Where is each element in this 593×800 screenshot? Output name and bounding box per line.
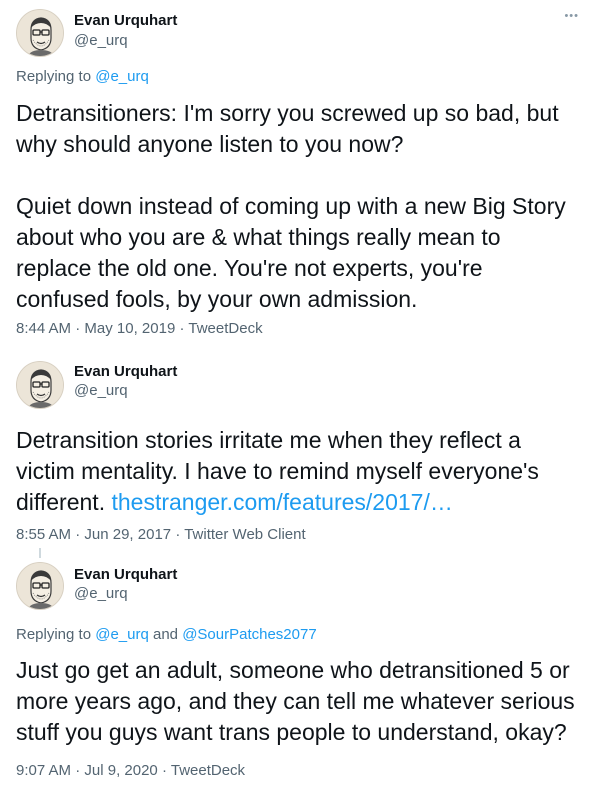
tweet-paragraph: Detransitioners: I'm sorry you screwed u…: [16, 100, 559, 157]
tweet-text: Detransitioners: I'm sorry you screwed u…: [16, 98, 581, 315]
tweet-meta: 8:44 AM · May 10, 2019 · TweetDeck: [16, 320, 263, 337]
replying-joiner: and: [152, 626, 179, 643]
avatar[interactable]: [16, 361, 64, 409]
replying-prefix: Replying to: [16, 626, 92, 643]
avatar[interactable]: [16, 562, 64, 610]
tweet-link[interactable]: thestranger.com/features/2017/…: [111, 489, 452, 515]
replying-prefix: Replying to: [16, 68, 92, 85]
reply-mention-link[interactable]: @e_urq: [95, 626, 149, 643]
tweet-date[interactable]: Jul 9, 2020: [84, 762, 157, 779]
tweet-1[interactable]: Evan Urquhart @e_urq ••• Replying to @e_…: [0, 0, 593, 345]
author-name[interactable]: Evan Urquhart: [74, 12, 177, 29]
tweet-paragraph: Quiet down instead of coming up with a n…: [16, 193, 566, 312]
replying-to: Replying to @e_urq and @SourPatches2077: [16, 626, 317, 643]
meta-separator: ·: [75, 526, 81, 543]
tweet-2[interactable]: Evan Urquhart @e_urq Detransition storie…: [0, 353, 593, 550]
avatar-sketch-icon: [17, 10, 63, 56]
author-handle[interactable]: @e_urq: [74, 585, 128, 602]
tweet-paragraph: Just go get an adult, someone who detran…: [16, 657, 575, 745]
avatar-sketch-icon: [17, 362, 63, 408]
tweet-time[interactable]: 9:07 AM: [16, 762, 71, 779]
tweet-meta: 8:55 AM · Jun 29, 2017 · Twitter Web Cli…: [16, 526, 306, 543]
author-handle[interactable]: @e_urq: [74, 382, 128, 399]
reply-mention-link[interactable]: @e_urq: [95, 68, 149, 85]
meta-separator: ·: [161, 762, 167, 779]
tweet-3[interactable]: Evan Urquhart @e_urq Replying to @e_urq …: [0, 556, 593, 800]
tweet-meta: 9:07 AM · Jul 9, 2020 · TweetDeck: [16, 762, 245, 779]
author-name[interactable]: Evan Urquhart: [74, 363, 177, 380]
meta-separator: ·: [75, 320, 81, 337]
meta-separator: ·: [75, 762, 81, 779]
author-handle[interactable]: @e_urq: [74, 32, 128, 49]
tweet-time[interactable]: 8:44 AM: [16, 320, 71, 337]
tweet-source[interactable]: TweetDeck: [188, 320, 262, 337]
tweet-time[interactable]: 8:55 AM: [16, 526, 71, 543]
replying-to: Replying to @e_urq: [16, 68, 149, 85]
meta-separator: ·: [179, 320, 185, 337]
avatar-sketch-icon: [17, 563, 63, 609]
tweet-source[interactable]: Twitter Web Client: [184, 526, 305, 543]
more-options-icon[interactable]: •••: [564, 10, 579, 22]
tweet-text: Detransition stories irritate me when th…: [16, 425, 581, 518]
tweet-text: Just go get an adult, someone who detran…: [16, 655, 581, 748]
reply-mention-link[interactable]: @SourPatches2077: [182, 626, 316, 643]
avatar[interactable]: [16, 9, 64, 57]
tweet-date[interactable]: Jun 29, 2017: [84, 526, 171, 543]
meta-separator: ·: [175, 526, 181, 543]
tweet-source[interactable]: TweetDeck: [171, 762, 245, 779]
tweet-date[interactable]: May 10, 2019: [84, 320, 175, 337]
author-name[interactable]: Evan Urquhart: [74, 566, 177, 583]
